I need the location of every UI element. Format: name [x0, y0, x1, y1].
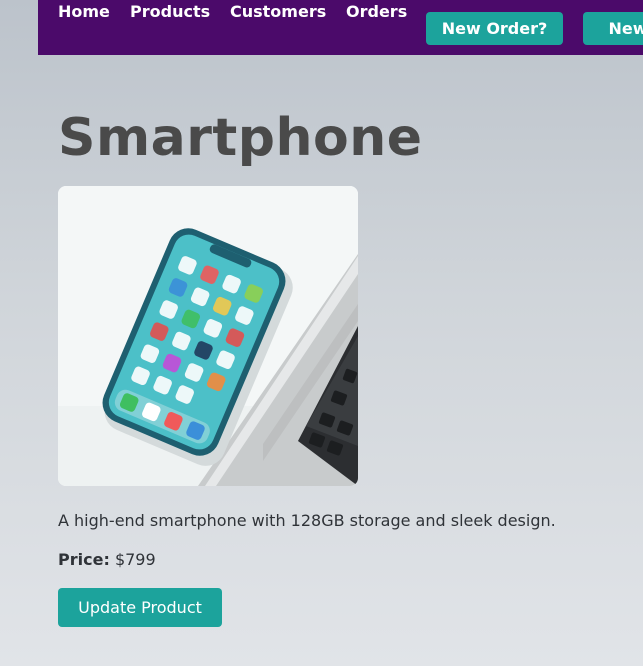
smartphone-photo-icon — [58, 186, 358, 486]
product-title: Smartphone — [58, 108, 423, 168]
nav-link-home[interactable]: Home — [58, 2, 110, 22]
top-navbar: Home Products Customers Orders New Order… — [38, 0, 643, 55]
update-product-button[interactable]: Update Product — [58, 588, 222, 627]
product-description: A high-end smartphone with 128GB storage… — [58, 511, 556, 530]
new-order-button[interactable]: New Order? — [426, 12, 563, 45]
price-value: $799 — [114, 550, 156, 569]
nav-link-orders[interactable]: Orders — [346, 2, 407, 22]
nav-link-customers[interactable]: Customers — [230, 2, 326, 22]
product-image — [58, 186, 358, 486]
price-label: Price: — [58, 550, 110, 569]
nav-link-products[interactable]: Products — [130, 2, 210, 22]
new-button[interactable]: New — [583, 12, 643, 45]
product-price: Price: $799 — [58, 549, 156, 571]
